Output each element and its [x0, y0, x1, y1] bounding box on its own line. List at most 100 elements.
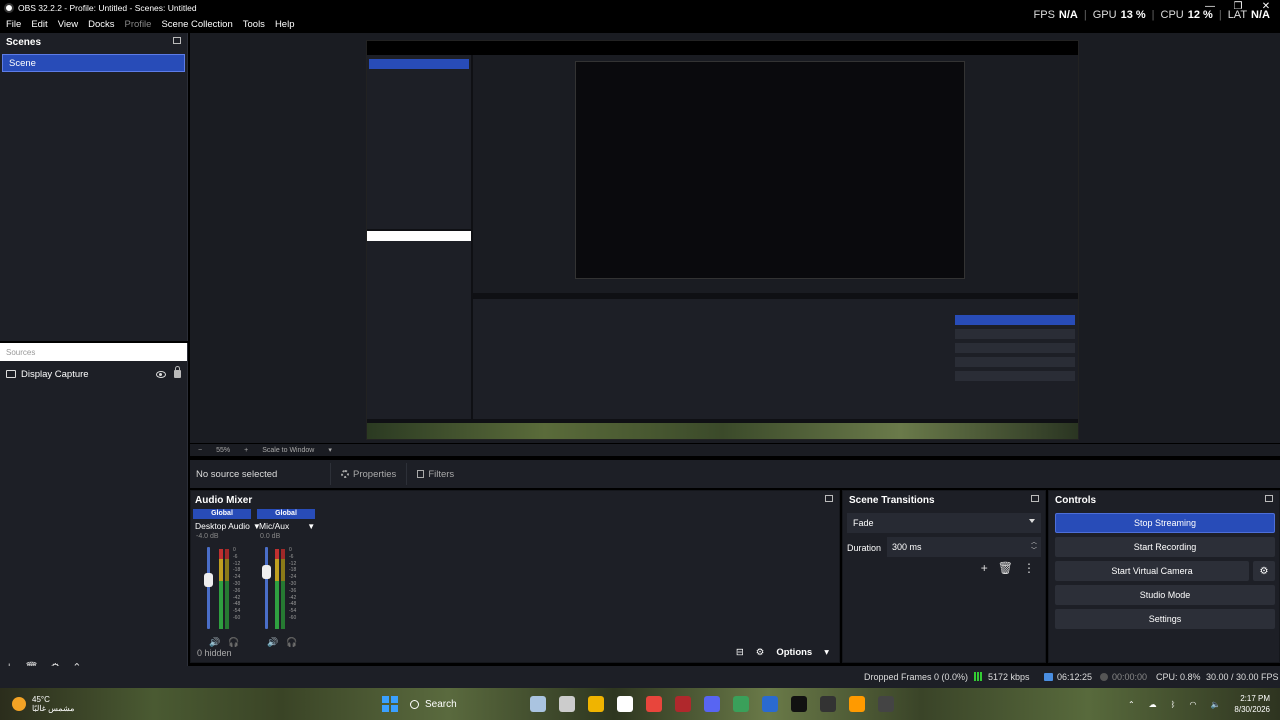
wifi-icon[interactable]: ◠ — [1189, 700, 1196, 709]
taskbar-clock[interactable]: 2:17 PM 8/30/2026 — [1234, 693, 1270, 715]
add-transition-icon[interactable]: + — [981, 561, 988, 575]
tray-overflow-icon[interactable]: ⌃ — [1128, 700, 1135, 709]
temperature: 45°C — [32, 695, 50, 704]
transition-select[interactable]: Fade — [847, 513, 1041, 533]
preview-area[interactable] — [190, 33, 1280, 443]
more-options-icon[interactable]: ⋮ — [1023, 561, 1035, 575]
sources-header: Sources — [0, 343, 187, 361]
network-icon[interactable]: ☁ — [1149, 700, 1157, 709]
gpu-label: GPU — [1092, 9, 1117, 21]
studio-mode-button[interactable]: Studio Mode — [1055, 585, 1275, 605]
chevron-down-icon — [1029, 519, 1035, 523]
channel-name[interactable]: Mic/Aux ▼ — [257, 519, 315, 533]
channel-db: -4.0 dB — [196, 533, 219, 540]
chevron-down-icon[interactable]: ▾ — [328, 446, 332, 454]
taskbar-app-icon[interactable] — [530, 696, 546, 712]
virtual-camera-settings-icon[interactable]: ⚙ — [1253, 561, 1275, 581]
options-button[interactable]: Options — [776, 647, 812, 658]
context-bar: No source selected Properties Filters — [190, 460, 1280, 488]
bitrate-status: 5172 kbps — [974, 672, 1030, 682]
taskbar-app-icon[interactable] — [588, 696, 604, 712]
menu-file[interactable]: File — [6, 19, 21, 30]
start-virtual-camera-button[interactable]: Start Virtual Camera — [1055, 561, 1249, 581]
controls-header: Controls — [1049, 491, 1279, 509]
meter-peak-r — [225, 549, 229, 559]
menu-help[interactable]: Help — [275, 19, 295, 30]
taskbar-app-icon[interactable] — [762, 696, 778, 712]
chevron-down-icon[interactable]: ▾ — [824, 647, 829, 658]
scale-mode-select[interactable]: Scale to Window — [262, 447, 314, 454]
meter-low — [219, 581, 223, 629]
fps-status: 30.00 / 30.00 FPS — [1206, 672, 1279, 682]
nested-scenes-panel — [367, 55, 471, 229]
taskbar-app-icon[interactable] — [820, 696, 836, 712]
transition-tools: + 🗑 ⋮ — [981, 561, 1035, 575]
menu-docks[interactable]: Docks — [88, 19, 114, 30]
meter-peak-r — [281, 549, 285, 559]
properties-button[interactable]: Properties — [330, 463, 406, 485]
menu-scene-collection[interactable]: Scene Collection — [161, 19, 232, 30]
taskbar-search[interactable]: Search — [410, 694, 520, 714]
bluetooth-icon[interactable]: ᛒ — [1171, 700, 1176, 709]
signal-icon — [974, 672, 984, 681]
start-recording-button[interactable]: Start Recording — [1055, 537, 1275, 557]
source-item-display-capture[interactable]: Display Capture — [0, 365, 187, 383]
zoom-level: 55% — [216, 446, 231, 454]
no-source-label: No source selected — [196, 468, 278, 480]
taskbar-app-icon[interactable] — [704, 696, 720, 712]
menu-edit[interactable]: Edit — [31, 19, 47, 30]
undock-icon[interactable] — [173, 37, 181, 44]
zoom-out-icon[interactable]: − — [198, 447, 202, 454]
audio-mixer-header: Audio Mixer — [191, 491, 839, 509]
stop-streaming-button[interactable]: Stop Streaming — [1055, 513, 1275, 533]
zoom-in-icon[interactable]: + — [244, 447, 248, 454]
menu-view[interactable]: View — [58, 19, 78, 30]
record-time-value: 00:00:00 — [1112, 672, 1148, 682]
controls-title: Controls — [1055, 494, 1097, 506]
undock-icon[interactable] — [1031, 495, 1039, 502]
menu-profile[interactable]: Profile — [125, 19, 152, 30]
taskbar-app-icon[interactable] — [675, 696, 691, 712]
volume-icon[interactable]: 🔈 — [1210, 700, 1220, 709]
windows-start-icon[interactable] — [382, 696, 398, 712]
visibility-eye-icon[interactable] — [156, 370, 166, 378]
channel-name-label: Desktop Audio — [195, 521, 250, 531]
chevron-down-icon[interactable]: ▼ — [307, 522, 315, 531]
sources-title: Sources — [6, 347, 36, 357]
lock-icon[interactable] — [174, 366, 181, 378]
channel-desktop-audio: Global Desktop Audio ▼ -4.0 dB 0 -6 -12 -1… — [193, 509, 261, 649]
filters-button[interactable]: Filters — [406, 463, 464, 485]
undock-icon[interactable] — [825, 495, 833, 502]
filters-label: Filters — [428, 468, 455, 480]
undock-icon[interactable] — [1265, 495, 1273, 502]
scenes-header: Scenes — [0, 33, 187, 51]
weather-widget[interactable]: 45°C مشمس غالبًا — [12, 695, 74, 713]
taskbar-app-icon[interactable] — [791, 696, 807, 712]
settings-button[interactable]: Settings — [1055, 609, 1275, 629]
taskbar-app-icon[interactable] — [617, 696, 633, 712]
taskbar-app-icon[interactable] — [878, 696, 894, 712]
channel-name[interactable]: Desktop Audio ▼ — [193, 519, 261, 533]
taskbar-app-icon[interactable] — [849, 696, 865, 712]
taskbar-app-icon[interactable] — [733, 696, 749, 712]
virtual-camera-row: Start Virtual Camera ⚙ — [1055, 561, 1275, 581]
gpu-value: 13 % — [1120, 9, 1146, 21]
status-bar: Dropped Frames 0 (0.0%) 5172 kbps 06:12:… — [0, 666, 1280, 688]
taskbar-app-icon[interactable] — [646, 696, 662, 712]
taskbar-app-icon[interactable] — [559, 696, 575, 712]
volume-fader-track[interactable] — [265, 547, 268, 629]
volume-fader-handle[interactable] — [204, 573, 213, 587]
volume-fader-handle[interactable] — [262, 565, 271, 579]
scene-transitions-title: Scene Transitions — [849, 494, 935, 506]
layout-toggle-icon[interactable]: ⊟ — [736, 647, 744, 658]
sources-dock: Sources Display Capture + 🗑 ⚙ ⌃ ⌄ — [0, 343, 188, 678]
dropped-frames: Dropped Frames 0 (0.0%) — [864, 672, 969, 682]
advanced-audio-icon[interactable]: ⚙ — [756, 647, 765, 658]
volume-fader-track[interactable] — [207, 547, 210, 629]
channel-name-label: Mic/Aux — [259, 521, 290, 531]
remove-transition-icon[interactable]: 🗑 — [998, 561, 1013, 575]
duration-input[interactable]: 300 ms ︿ ﹀ — [887, 537, 1041, 557]
scene-item[interactable]: Scene — [2, 54, 185, 72]
menu-tools[interactable]: Tools — [243, 19, 265, 30]
spin-arrows-icon[interactable]: ︿ ﹀ — [1031, 539, 1037, 555]
